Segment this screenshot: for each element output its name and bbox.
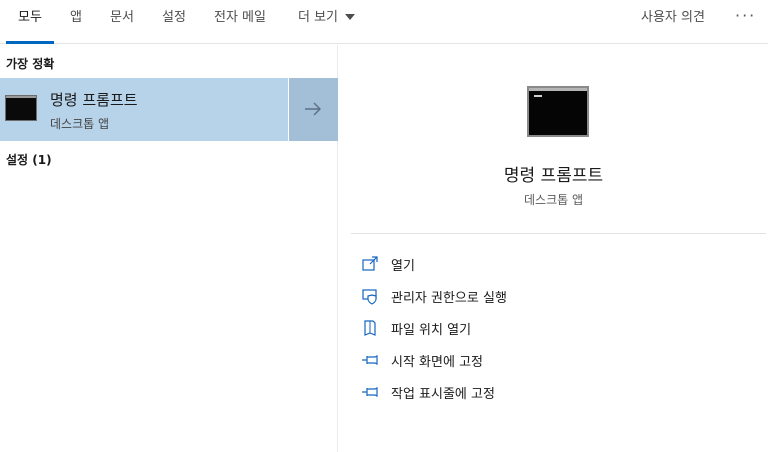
open-icon (362, 256, 378, 271)
tab-settings[interactable]: 설정 (162, 0, 186, 44)
divider (351, 233, 766, 234)
results-pane: 가장 정확 명령 프롬프트 데스크톱 앱 설정 (1) (0, 45, 338, 452)
chevron-down-icon (345, 13, 356, 20)
more-options-button[interactable]: ··· (735, 0, 756, 36)
shield-icon (362, 289, 377, 305)
detail-subtitle: 데스크톱 앱 (523, 193, 583, 207)
file-location-icon (364, 320, 376, 336)
action-pin-to-taskbar-label: 작업 표시줄에 고정 (391, 387, 495, 402)
action-pin-to-start-label: 시작 화면에 고정 (391, 355, 483, 370)
best-match-heading: 가장 정확 (6, 57, 55, 71)
action-open-label: 열기 (391, 259, 415, 274)
best-match-result[interactable]: 명령 프롬프트 데스크톱 앱 (0, 78, 338, 141)
expand-details-button[interactable] (289, 78, 338, 141)
tab-apps[interactable]: 앱 (70, 0, 82, 44)
detail-title: 명령 프롬프트 (503, 166, 604, 186)
tab-email[interactable]: 전자 메일 (214, 0, 266, 44)
settings-heading[interactable]: 설정 (1) (6, 151, 52, 168)
pin-icon (362, 355, 378, 365)
detail-pane: 명령 프롬프트 데스크톱 앱 열기 관리자 권한으로 실행 파일 위치 열기 시… (339, 45, 768, 452)
tab-more[interactable]: 더 보기 (298, 0, 356, 44)
command-prompt-icon (5, 95, 37, 121)
search-scope-tabs: 모두 앱 문서 설정 전자 메일 더 보기 사용자 의견 ··· (0, 0, 768, 44)
action-open-file-location-label: 파일 위치 열기 (391, 323, 472, 338)
feedback-button[interactable]: 사용자 의견 (641, 0, 705, 44)
best-match-subtitle: 데스크톱 앱 (50, 117, 110, 131)
action-open[interactable]: 열기 (361, 253, 741, 275)
action-pin-to-taskbar[interactable]: 작업 표시줄에 고정 (361, 381, 741, 403)
action-open-file-location[interactable]: 파일 위치 열기 (361, 317, 741, 339)
action-pin-to-start[interactable]: 시작 화면에 고정 (361, 349, 741, 371)
action-run-as-admin[interactable]: 관리자 권한으로 실행 (361, 285, 741, 307)
tab-more-label: 더 보기 (298, 10, 339, 25)
arrow-right-icon (305, 102, 321, 116)
best-match-item[interactable]: 명령 프롬프트 데스크톱 앱 (0, 78, 288, 141)
tab-all[interactable]: 모두 (6, 0, 54, 44)
command-prompt-icon (527, 86, 589, 137)
pin-icon (362, 387, 378, 397)
best-match-title: 명령 프롬프트 (50, 91, 138, 109)
tab-documents[interactable]: 문서 (110, 0, 134, 44)
action-run-as-admin-label: 관리자 권한으로 실행 (391, 291, 507, 306)
